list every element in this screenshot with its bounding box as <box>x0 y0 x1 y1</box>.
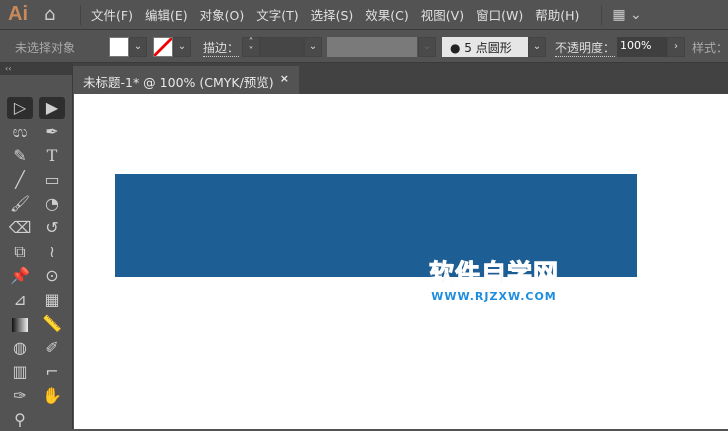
type-tool-icon[interactable]: T <box>39 145 65 167</box>
selection-tool-icon[interactable]: ▷ <box>7 97 33 119</box>
puppet-warp-tool-icon[interactable]: ≀ <box>39 241 65 263</box>
collapse-panel-button[interactable]: ‹‹ <box>0 63 72 75</box>
scale-tool-icon[interactable]: ⧉ <box>7 241 33 263</box>
brush-name: 5 点圆形 <box>464 41 512 55</box>
graph-tool-icon[interactable]: ▥ <box>7 361 33 383</box>
magic-wand-lasso-icon[interactable]: ಉ <box>7 121 33 143</box>
stroke-label: 描边： <box>203 41 240 57</box>
workspace-layout-icon[interactable]: ▦ ⌄ <box>612 7 641 23</box>
stroke-weight-input[interactable] <box>260 37 304 57</box>
control-bar: 未选择对象 ⌄ ⌄ 描边： ˄ ˅ ⌄ ⌄ ● 5 点圆形 ⌄ 不透明度： 100… <box>0 31 728 63</box>
close-tab-icon[interactable]: × <box>280 72 289 85</box>
watermark: 软件自学网 WWW.RJZXW.COM <box>428 254 560 304</box>
profile-dropdown: ⌄ <box>418 37 436 57</box>
tools-panel: ‹‹ ▷ ▶ ಉ ✒ ✎ T ╱ ▭ 🖌 ◔ ⌫ ↺ ⧉ ≀ 📌 ⊙ ⊿ ▦ 📏… <box>0 63 73 429</box>
menu-window[interactable]: 窗口(W) <box>476 5 523 24</box>
pen-tool-icon[interactable]: ✒ <box>39 121 65 143</box>
style-label: 样式： <box>692 41 728 55</box>
menu-edit[interactable]: 编辑(E) <box>145 5 188 24</box>
measure-tool-icon[interactable]: 📏 <box>39 313 65 335</box>
menu-select[interactable]: 选择(S) <box>311 5 354 24</box>
menu-type[interactable]: 文字(T) <box>256 5 298 24</box>
eyedropper-tool-icon[interactable]: ✐ <box>39 337 65 359</box>
stroke-weight-dropdown[interactable]: ⌄ <box>304 37 322 57</box>
stroke-weight-stepper[interactable]: ˄ ˅ <box>242 37 260 57</box>
app-logo: Ai <box>8 3 28 25</box>
perspective-grid-tool-icon[interactable]: ⊿ <box>7 289 33 311</box>
fill-swatch[interactable] <box>109 37 129 57</box>
brush-dropdown[interactable]: ⌄ <box>528 37 546 57</box>
menu-file[interactable]: 文件(F) <box>91 5 133 24</box>
shaper-tool-icon[interactable]: ◔ <box>39 193 65 215</box>
home-icon[interactable]: ⌂ <box>44 4 70 25</box>
pin-tool-icon[interactable]: 📌 <box>7 265 33 287</box>
curvature-tool-icon[interactable]: ✎ <box>7 145 33 167</box>
stroke-dropdown[interactable]: ⌄ <box>173 37 191 57</box>
gradient-tool-icon[interactable] <box>7 313 33 335</box>
opacity-input[interactable]: 100% <box>617 37 667 57</box>
watermark-title: 软件自学网 <box>428 259 560 289</box>
menu-effect[interactable]: 效果(C) <box>365 5 408 24</box>
opacity-label: 不透明度： <box>555 41 616 57</box>
document-tab-title: 未标题-1* @ 100% (CMYK/预览) <box>83 75 274 90</box>
document-tab[interactable]: 未标题-1* @ 100% (CMYK/预览) × <box>73 66 299 94</box>
fill-dropdown[interactable]: ⌄ <box>129 37 147 57</box>
hand-tool-icon[interactable]: ✋ <box>39 385 65 407</box>
document-tab-bar: 未标题-1* @ 100% (CMYK/预览) × <box>73 63 728 94</box>
slice-tool-icon[interactable]: ✑ <box>7 385 33 407</box>
selection-status: 未选择对象 <box>15 41 76 55</box>
menu-help[interactable]: 帮助(H) <box>535 5 579 24</box>
divider <box>601 4 603 25</box>
rectangle-tool-icon[interactable]: ▭ <box>39 169 65 191</box>
zoom-tool-icon[interactable]: ⚲ <box>7 409 33 431</box>
variable-width-profile[interactable] <box>327 37 417 57</box>
eraser-tool-icon[interactable]: ⌫ <box>7 217 33 239</box>
stroke-swatch[interactable] <box>153 37 173 57</box>
blend-tool-icon[interactable]: ◍ <box>7 337 33 359</box>
line-tool-icon[interactable]: ╱ <box>7 169 33 191</box>
rotate-tool-icon[interactable]: ↺ <box>39 217 65 239</box>
shape-builder-tool-icon[interactable]: ⊙ <box>39 265 65 287</box>
menu-bar: Ai ⌂ 文件(F) 编辑(E) 对象(O) 文字(T) 选择(S) 效果(C)… <box>0 0 728 30</box>
menu-object[interactable]: 对象(O) <box>200 5 245 24</box>
brush-definition[interactable]: ● 5 点圆形 <box>442 37 528 57</box>
artboard-canvas[interactable]: 软件自学网 WWW.RJZXW.COM <box>74 94 728 429</box>
mesh-tool-icon[interactable]: ▦ <box>39 289 65 311</box>
divider <box>80 4 81 25</box>
watermark-url: WWW.RJZXW.COM <box>431 290 557 303</box>
paintbrush-tool-icon[interactable]: 🖌 <box>7 193 33 215</box>
direct-selection-tool-icon[interactable]: ▶ <box>39 97 65 119</box>
menu-view[interactable]: 视图(V) <box>421 5 464 24</box>
opacity-arrow-button[interactable]: › <box>667 37 685 57</box>
artboard-tool-icon[interactable]: ⌐ <box>39 361 65 383</box>
